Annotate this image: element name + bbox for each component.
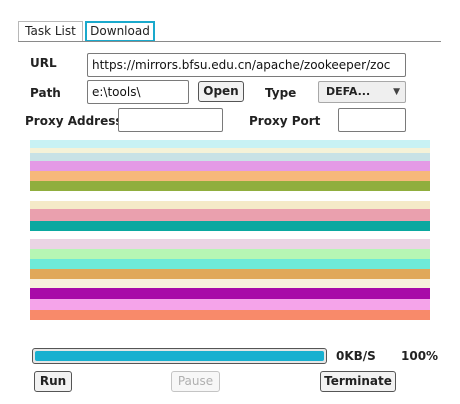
- chevron-down-icon: ▼: [393, 87, 400, 97]
- download-segment: [30, 161, 430, 171]
- download-segment: [30, 259, 430, 269]
- open-button[interactable]: Open: [198, 81, 244, 102]
- path-input[interactable]: e:\tools\: [87, 80, 189, 104]
- download-segment: [30, 171, 430, 181]
- pause-button[interactable]: Pause: [171, 371, 220, 392]
- download-segment: [30, 140, 430, 148]
- tab-download[interactable]: Download: [85, 21, 155, 42]
- tab-task-list[interactable]: Task List: [18, 21, 83, 42]
- download-segment: [30, 239, 430, 249]
- download-segment: [30, 249, 430, 259]
- download-segment: [30, 221, 430, 231]
- proxy-port-input[interactable]: [338, 108, 406, 132]
- url-label: URL: [30, 56, 57, 70]
- proxy-port-label: Proxy Port: [249, 114, 321, 128]
- download-segment: [30, 153, 430, 161]
- progress-fill: [35, 351, 324, 361]
- run-button[interactable]: Run: [34, 371, 72, 392]
- terminate-button[interactable]: Terminate: [320, 371, 396, 392]
- download-segment: [30, 181, 430, 191]
- path-label: Path: [30, 86, 61, 100]
- proxy-address-label: Proxy Address: [25, 114, 123, 128]
- download-segment: [30, 279, 430, 288]
- download-segment: [30, 231, 430, 239]
- download-segment: [30, 310, 430, 320]
- download-segments: [30, 140, 430, 340]
- download-segment: [30, 191, 430, 201]
- download-segment: [30, 288, 430, 299]
- type-select[interactable]: DEFA... ▼: [318, 81, 406, 103]
- url-input[interactable]: https://mirrors.bfsu.edu.cn/apache/zooke…: [87, 53, 406, 77]
- download-segment: [30, 299, 430, 310]
- tab-underline: [18, 41, 441, 42]
- download-segment: [30, 209, 430, 221]
- download-segment: [30, 201, 430, 209]
- percent-readout: 100%: [401, 349, 439, 363]
- type-select-value: DEFA...: [326, 85, 371, 98]
- type-label: Type: [265, 86, 297, 100]
- download-segment: [30, 269, 430, 279]
- speed-readout: 0KB/S: [336, 349, 376, 363]
- progress-bar: [32, 348, 327, 364]
- proxy-address-input[interactable]: [118, 108, 223, 132]
